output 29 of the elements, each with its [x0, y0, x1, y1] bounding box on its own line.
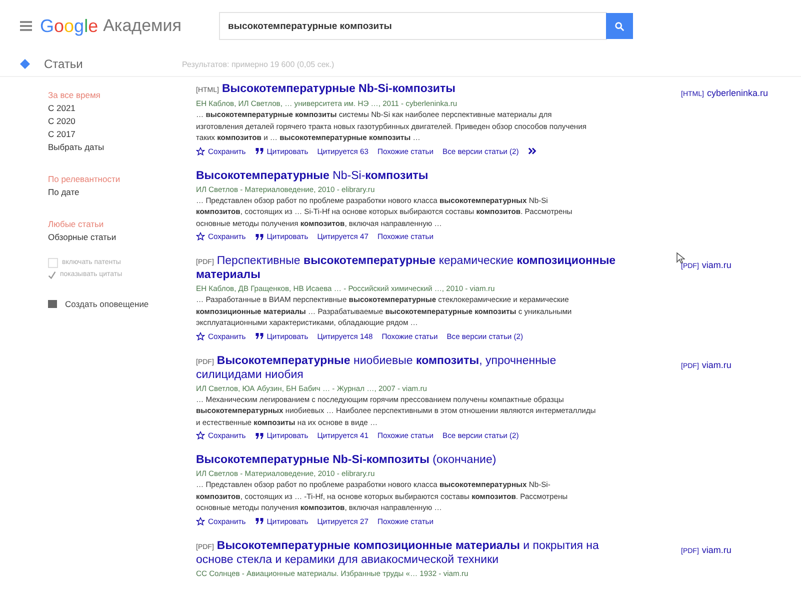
articles-icon	[20, 59, 30, 69]
result-title[interactable]: Высокотемпературные Nb-Si-композиты (окончание)	[196, 454, 616, 467]
checkbox[interactable]	[48, 271, 56, 279]
section-title: Статьи	[44, 57, 84, 71]
pointer-icon	[676, 252, 685, 264]
star-icon	[196, 146, 205, 156]
filter-link[interactable]: По дате	[48, 186, 196, 198]
filter-link[interactable]: С 2020	[48, 115, 196, 127]
quote-icon	[254, 517, 264, 525]
star-icon	[196, 431, 205, 440]
result-title[interactable]: Высокотемпературные Nb-Si-композиты	[196, 170, 616, 182]
star-icon	[196, 516, 205, 526]
results-count: Результатов: примерно 19 600 (0,05 сек.)	[182, 60, 334, 68]
quote-icon	[254, 147, 264, 155]
more-icon[interactable]	[528, 147, 537, 155]
quote-icon	[254, 232, 264, 240]
search-button[interactable]	[606, 13, 633, 39]
filter-link[interactable]: Выбрать даты	[48, 141, 196, 153]
filter-link[interactable]: Обзорные статьи	[48, 231, 196, 243]
quote-icon	[254, 432, 264, 440]
filter-link[interactable]: С 2021	[48, 102, 196, 114]
create-alert-link[interactable]: Создать оповещение	[48, 299, 196, 309]
filter-link[interactable]: С 2017	[48, 128, 196, 140]
search-icon	[614, 20, 625, 32]
menu-icon[interactable]	[20, 21, 32, 31]
star-icon	[196, 232, 205, 241]
star-icon	[196, 332, 205, 340]
logo[interactable]: Google Академия	[40, 16, 220, 36]
quote-icon	[254, 332, 264, 340]
